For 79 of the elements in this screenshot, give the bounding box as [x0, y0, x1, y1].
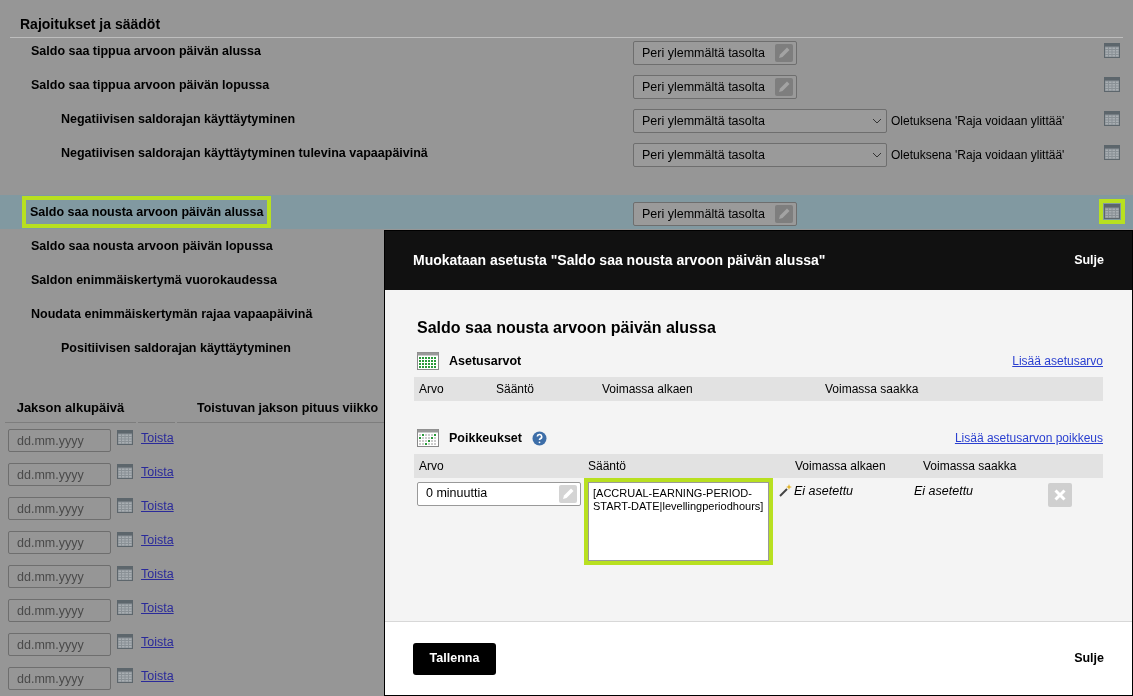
- column-header: Voimassa saakka: [825, 380, 920, 398]
- dialog-title: Muokataan asetusta "Saldo saa nousta arvoon päivän alussa": [413, 251, 826, 270]
- save-button[interactable]: Tallenna: [413, 642, 496, 675]
- add-link[interactable]: Lisää asetusarvo: [1012, 352, 1103, 371]
- column-header: Sääntö: [496, 380, 536, 398]
- column-header: Arvo: [419, 380, 445, 398]
- selected-row[interactable]: Saldo saa nousta arvoon päivän alussa Peri ylemmältä tasolta: [0, 195, 1133, 229]
- calendar-icon[interactable]: [117, 498, 133, 513]
- close-button[interactable]: Sulje: [1074, 649, 1104, 668]
- calendar-icon: [417, 352, 439, 371]
- close-button[interactable]: Sulje: [1074, 251, 1104, 270]
- section-title: Poikkeukset: [449, 429, 522, 447]
- default-note: Oletuksena 'Raja voidaan ylittää': [891, 113, 1065, 130]
- calendar-icon[interactable]: [1104, 145, 1120, 160]
- column-header: Jakson alkupäivä: [16, 400, 125, 415]
- repeat-link[interactable]: Toista: [141, 599, 174, 618]
- magic-wand-icon[interactable]: [778, 483, 793, 499]
- to-date: Ei asetettu: [914, 482, 975, 500]
- value-field[interactable]: Peri ylemmältä tasolta: [633, 75, 797, 99]
- calendar-icon[interactable]: [1104, 77, 1120, 92]
- dropdown[interactable]: Peri ylemmältä tasolta: [633, 109, 887, 133]
- repeat-link[interactable]: Toista: [141, 531, 174, 550]
- pencil-icon[interactable]: [775, 205, 793, 223]
- calendar-icon[interactable]: [117, 532, 133, 547]
- repeat-link[interactable]: Toista: [141, 667, 174, 686]
- setting-label: Saldo saa tippua arvoon päivän alussa: [31, 42, 261, 60]
- column-header: Sääntö: [588, 457, 628, 475]
- chevron-down-icon: [872, 118, 882, 124]
- column-header: Toistuvan jakson pituus viikko: [197, 401, 379, 415]
- value-field[interactable]: 0 minuuttia: [417, 481, 581, 506]
- date-field[interactable]: dd.mm.yyyy: [8, 633, 111, 656]
- setting-label: Negatiivisen saldorajan käyttäytyminen tulevina vapaapäivinä: [61, 144, 428, 162]
- add-link[interactable]: Lisää asetusarvon poikkeus: [954, 429, 1103, 448]
- chevron-down-icon: [872, 152, 882, 158]
- delete-icon[interactable]: [1048, 482, 1072, 507]
- section-title: Asetusarvot: [449, 353, 522, 370]
- setting-label: Positiivisen saldorajan käyttäytyminen: [61, 339, 291, 357]
- pencil-icon[interactable]: [775, 78, 793, 96]
- calendar-icon[interactable]: [1104, 43, 1120, 58]
- date-field[interactable]: dd.mm.yyyy: [8, 667, 111, 690]
- setting-label: Saldo saa tippua arvoon päivän lopussa: [31, 76, 270, 94]
- date-field[interactable]: dd.mm.yyyy: [8, 565, 111, 588]
- calendar-icon[interactable]: [1104, 204, 1120, 219]
- setting-label: Negatiivisen saldorajan käyttäytyminen: [61, 110, 296, 128]
- date-field[interactable]: dd.mm.yyyy: [8, 429, 111, 452]
- calendar-icon[interactable]: [1104, 111, 1120, 126]
- default-note: Oletuksena 'Raja voidaan ylittää': [891, 147, 1065, 164]
- repeat-link[interactable]: Toista: [141, 497, 174, 516]
- calendar-icon[interactable]: [117, 566, 133, 581]
- setting-label: Saldon enimmäiskertymä vuorokaudessa: [31, 271, 277, 289]
- calendar-icon: [417, 429, 439, 448]
- date-field[interactable]: dd.mm.yyyy: [8, 599, 111, 622]
- calendar-icon[interactable]: [117, 634, 133, 649]
- pencil-icon[interactable]: [559, 484, 577, 503]
- column-header: Voimassa saakka: [923, 457, 1018, 475]
- section-title: Rajoitukset ja säädöt: [20, 16, 162, 33]
- column-header: Voimassa alkaen: [602, 380, 694, 398]
- date-field[interactable]: dd.mm.yyyy: [8, 531, 111, 554]
- column-header: Voimassa alkaen: [795, 457, 887, 475]
- pencil-icon[interactable]: [775, 44, 793, 62]
- date-field[interactable]: dd.mm.yyyy: [8, 463, 111, 486]
- calendar-icon[interactable]: [117, 430, 133, 445]
- repeat-link[interactable]: Toista: [141, 633, 174, 652]
- value-field[interactable]: Peri ylemmältä tasolta: [633, 41, 797, 65]
- column-header: Arvo: [419, 457, 445, 475]
- dialog-heading: Saldo saa nousta arvoon päivän alussa: [417, 318, 717, 338]
- repeat-link[interactable]: Toista: [141, 463, 174, 482]
- calendar-icon[interactable]: [117, 668, 133, 683]
- date-field[interactable]: dd.mm.yyyy: [8, 497, 111, 520]
- repeat-link[interactable]: Toista: [141, 565, 174, 584]
- setting-label: Noudata enimmäiskertymän rajaa vapaapäivinä: [31, 305, 313, 323]
- dropdown[interactable]: Peri ylemmältä tasolta: [633, 143, 887, 167]
- help-icon[interactable]: [531, 430, 547, 446]
- from-date: Ei asetettu: [794, 482, 854, 500]
- repeat-link[interactable]: Toista: [141, 429, 174, 448]
- setting-label: Saldo saa nousta arvoon päivän lopussa: [31, 237, 273, 255]
- calendar-icon[interactable]: [117, 464, 133, 479]
- value-field[interactable]: Peri ylemmältä tasolta: [633, 202, 797, 226]
- calendar-icon[interactable]: [117, 600, 133, 615]
